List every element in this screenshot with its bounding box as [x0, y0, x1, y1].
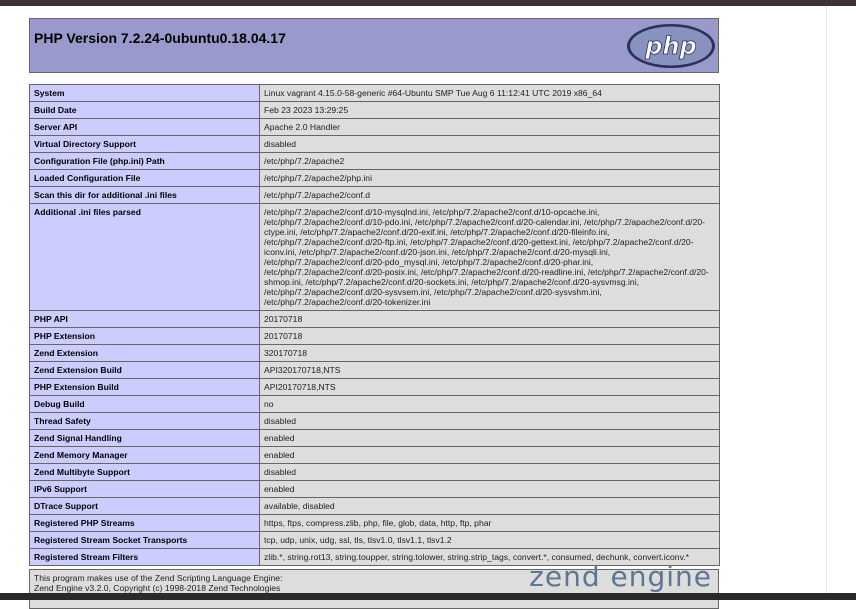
table-row: Scan this dir for additional .ini files /… [29, 186, 720, 204]
row-label: PHP API [29, 310, 260, 328]
table-row: Debug Build no [29, 395, 720, 413]
table-row: IPv6 Support enabled [29, 480, 720, 498]
table-row: Build Date Feb 23 2023 13:29:25 [29, 101, 720, 119]
row-value: enabled [259, 480, 720, 498]
row-label: Registered Stream Socket Transports [29, 531, 260, 549]
row-value: Feb 23 2023 13:29:25 [259, 101, 720, 119]
page-title: PHP Version 7.2.24-0ubuntu0.18.04.17 [34, 30, 286, 46]
row-label: Configuration File (php.ini) Path [29, 152, 260, 170]
row-label: Virtual Directory Support [29, 135, 260, 153]
row-label: Registered Stream Filters [29, 548, 260, 566]
table-row: Registered Stream Socket Transports tcp, … [29, 531, 720, 549]
table-row: Additional .ini files parsed/etc/php/7.2… [29, 203, 720, 311]
row-label: Zend Memory Manager [29, 446, 260, 464]
row-value: /etc/php/7.2/apache2/conf.d/10-mysqlnd.i… [259, 203, 720, 311]
row-value: 20170718 [259, 310, 720, 328]
row-label: Zend Multibyte Support [29, 463, 260, 481]
table-row: Virtual Directory Support disabled [29, 135, 720, 153]
row-value: enabled [259, 429, 720, 447]
row-value: 20170718 [259, 327, 720, 345]
row-value: no [259, 395, 720, 413]
row-label: IPv6 Support [29, 480, 260, 498]
table-row: Loaded Configuration File/etc/php/7.2/ap… [29, 169, 720, 187]
row-label: Thread Safety [29, 412, 260, 430]
row-value: tcp, udp, unix, udg, ssl, tls, tlsv1.0, … [259, 531, 720, 549]
page-edge-line [826, 6, 827, 593]
row-value: Apache 2.0 Handler [259, 118, 720, 136]
row-value: https, ftps, compress.zlib, php, file, g… [259, 514, 720, 532]
table-row: Zend Multibyte Support disabled [29, 463, 720, 481]
row-label: Registered PHP Streams [29, 514, 260, 532]
table-row: Server API Apache 2.0 Handler [29, 118, 720, 136]
row-value: disabled [259, 135, 720, 153]
row-label: Debug Build [29, 395, 260, 413]
row-label: Zend Signal Handling [29, 429, 260, 447]
row-value: disabled [259, 463, 720, 481]
table-row: Registered PHP Streams https, ftps, compr… [29, 514, 720, 532]
table-row: Zend Signal Handling enabled [29, 429, 720, 447]
row-label: Scan this dir for additional .ini files [29, 186, 260, 204]
table-row: DTrace Support available, disabled [29, 497, 720, 515]
row-value: API320170718,NTS [259, 361, 720, 379]
row-value: 320170718 [259, 344, 720, 362]
row-label: Zend Extension Build [29, 361, 260, 379]
table-row: PHP Extension Build API20170718,NTS [29, 378, 720, 396]
php-logo-text: php [644, 32, 696, 60]
table-row: PHP Extension 20170718 [29, 327, 720, 345]
row-value: /etc/php/7.2/apache2/conf.d [259, 186, 720, 204]
row-label: PHP Extension [29, 327, 260, 345]
row-value: API20170718,NTS [259, 378, 720, 396]
row-label: DTrace Support [29, 497, 260, 515]
phpinfo-table: System Linux vagrant 4.15.0-58-generic #6… [29, 84, 720, 566]
row-value: Linux vagrant 4.15.0-58-generic #64-Ubun… [259, 84, 720, 102]
table-row: System Linux vagrant 4.15.0-58-generic #6… [29, 84, 720, 102]
table-row: PHP API 20170718 [29, 310, 720, 328]
php-logo: php [627, 24, 715, 68]
browser-bottom-bar [0, 593, 856, 600]
row-label: Server API [29, 118, 260, 136]
row-value: enabled [259, 446, 720, 464]
row-label: Zend Extension [29, 344, 260, 362]
row-value: disabled [259, 412, 720, 430]
table-row: Configuration File (php.ini) Path/etc/ph… [29, 152, 720, 170]
table-row: Zend Memory Manager enabled [29, 446, 720, 464]
table-row: Thread Safety disabled [29, 412, 720, 430]
phpinfo-header: PHP Version 7.2.24-0ubuntu0.18.04.17 php [29, 18, 719, 73]
zend-engine-logo: zend engine [529, 560, 712, 593]
table-row: Zend Extension Build API320170718,NTS [29, 361, 720, 379]
row-label: Build Date [29, 101, 260, 119]
row-value: /etc/php/7.2/apache2/php.ini [259, 169, 720, 187]
row-label: System [29, 84, 260, 102]
row-value: /etc/php/7.2/apache2 [259, 152, 720, 170]
browser-top-bar [0, 0, 856, 6]
row-label: Additional .ini files parsed [29, 203, 260, 311]
row-label: PHP Extension Build [29, 378, 260, 396]
row-label: Loaded Configuration File [29, 169, 260, 187]
table-row: Zend Extension 320170718 [29, 344, 720, 362]
row-value: available, disabled [259, 497, 720, 515]
zend-engine-box: This program makes use of the Zend Scrip… [29, 560, 719, 609]
